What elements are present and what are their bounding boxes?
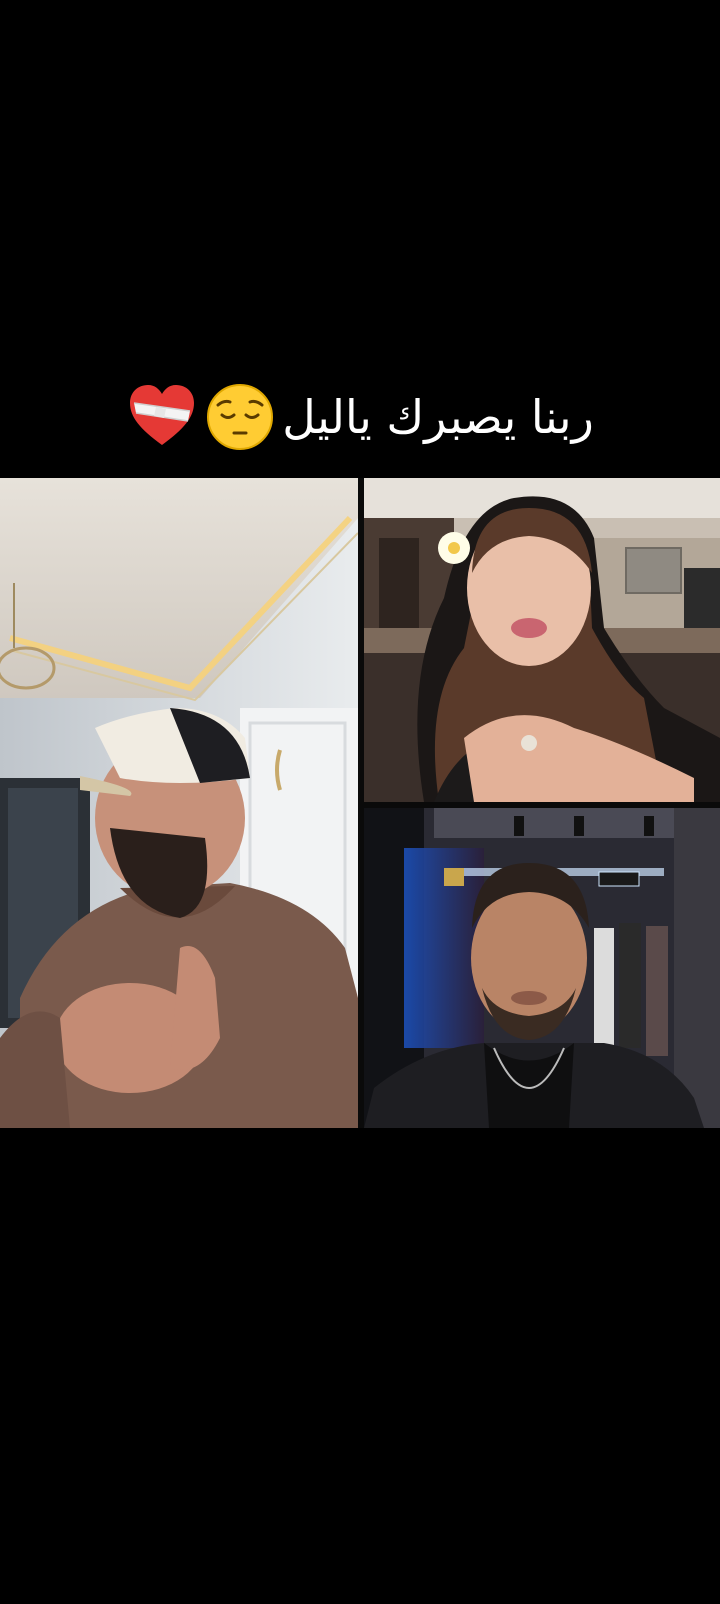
video-caption: ربنا يصبرك ياليل — [0, 372, 720, 462]
participant-video-top-right — [364, 478, 720, 802]
participant-video-left — [0, 478, 358, 1128]
mending-heart-icon — [126, 381, 198, 453]
pensive-face-icon — [204, 381, 276, 453]
participant-tile-left[interactable] — [0, 478, 358, 1128]
participant-tile-top-right[interactable] — [364, 478, 720, 802]
video-call-grid — [0, 478, 720, 1128]
participant-tile-bottom-right[interactable] — [364, 808, 720, 1128]
participant-video-bottom-right — [364, 808, 720, 1128]
caption-text: ربنا يصبرك ياليل — [282, 390, 594, 444]
